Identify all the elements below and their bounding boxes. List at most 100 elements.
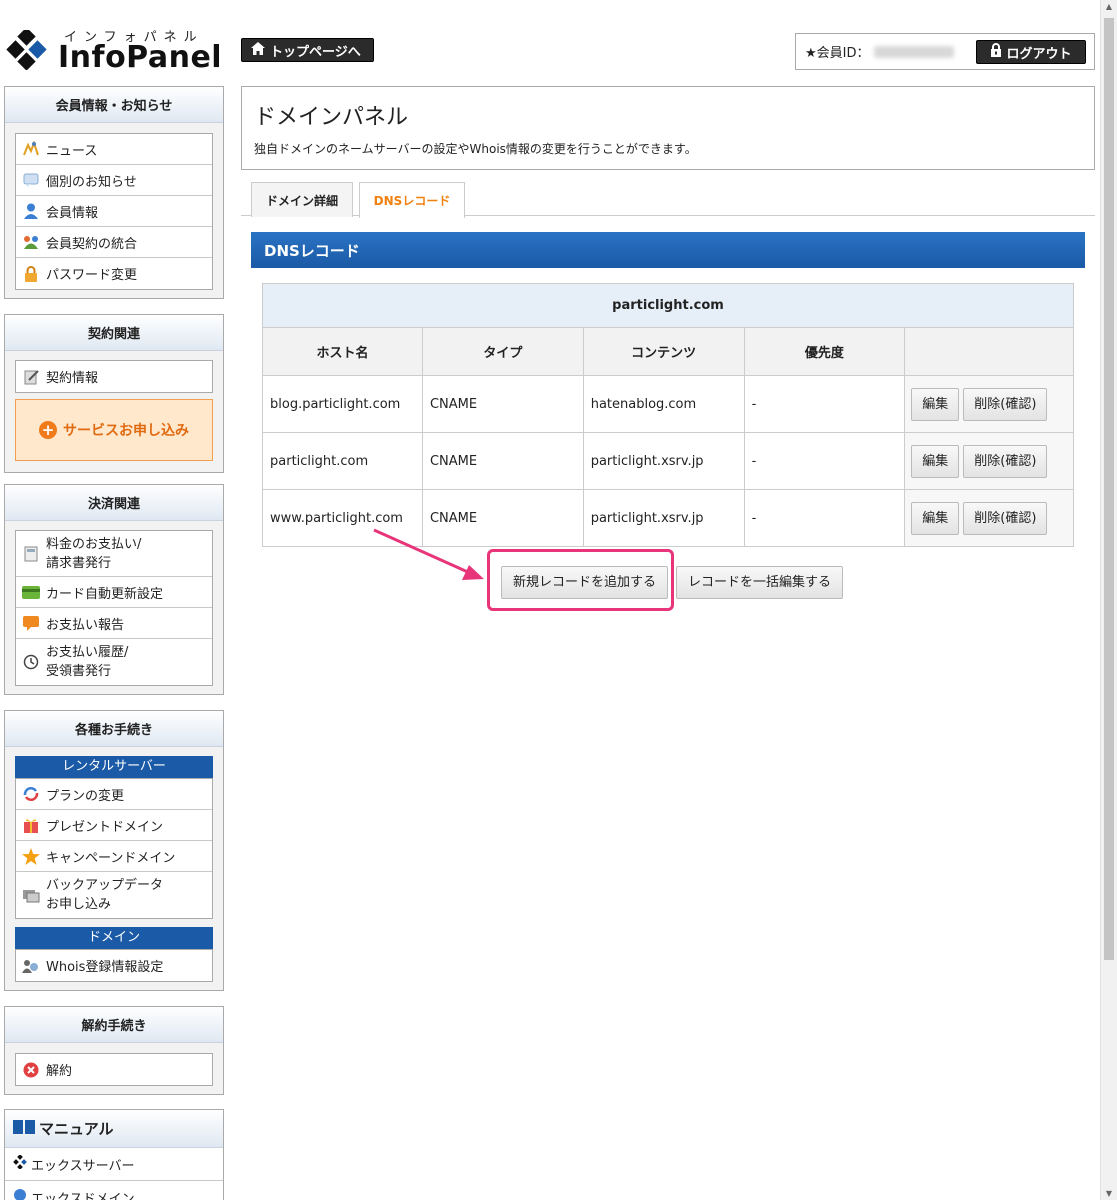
user-icon <box>22 202 40 220</box>
vertical-scrollbar[interactable]: ▲ ▼ <box>1100 0 1117 1200</box>
report-icon <box>22 614 40 632</box>
domain-name-header: particlight.com <box>262 283 1074 328</box>
sidebar-item-password[interactable]: パスワード変更 <box>16 258 212 289</box>
scroll-up-icon[interactable]: ▲ <box>1104 2 1114 11</box>
service-apply-label: サービスお申し込み <box>63 423 189 439</box>
payment-panel: 決済関連 料金のお支払い/ 請求書発行 カード自動更新設定 お支払い報告 お支払… <box>4 484 224 695</box>
bulk-edit-button[interactable]: レコードを一括編集する <box>676 566 844 599</box>
cell-content: particlight.xsrv.jp <box>582 432 745 490</box>
merge-icon <box>22 233 40 251</box>
sidebar-item-campaign-domain[interactable]: キャンペーンドメイン <box>16 841 212 872</box>
sidebar-item-label: 会員情報 <box>46 205 99 221</box>
sidebar-item-label: 個別のお知らせ <box>46 174 137 190</box>
delete-button[interactable]: 削除(確認) <box>963 444 1048 478</box>
manual-panel-title: マニュアル <box>5 1110 223 1148</box>
table-row: particlight.com CNAME particlight.xsrv.j… <box>262 432 1074 490</box>
sidebar-item-member-info[interactable]: 会員情報 <box>16 196 212 227</box>
cell-host: particlight.com <box>262 432 423 490</box>
cell-host: blog.particlight.com <box>262 375 423 433</box>
whois-icon <box>22 957 40 975</box>
table-row: blog.particlight.com CNAME hatenablog.co… <box>262 375 1074 433</box>
manual-title-label: マニュアル <box>39 1120 114 1138</box>
sidebar-item-label: お支払い報告 <box>46 617 125 633</box>
dns-section-title: DNSレコード <box>251 232 1085 268</box>
gift-icon <box>22 816 40 834</box>
page-title: ドメインパネル <box>254 105 409 130</box>
logo-text: InfoPanel <box>58 40 223 75</box>
domain-heading: ドメイン <box>15 927 213 949</box>
logout-label: ログアウト <box>1006 46 1072 62</box>
sidebar-item-payment-history[interactable]: お支払い履歴/ 受領書発行 <box>16 639 212 685</box>
tab-dns-record[interactable]: DNSレコード <box>359 182 465 218</box>
tab-domain-detail[interactable]: ドメイン詳細 <box>251 182 353 217</box>
sidebar-item-label: プレゼントドメイン <box>46 819 164 835</box>
page-description: 独自ドメインのネームサーバーの設定やWhois情報の変更を行うことができます。 <box>254 142 697 156</box>
sidebar-item-label: 契約情報 <box>46 371 99 386</box>
sidebar-item-whois[interactable]: Whois登録情報設定 <box>16 950 212 981</box>
sidebar-item-label: カード自動更新設定 <box>46 586 164 602</box>
contract-menu: 契約情報 <box>15 360 213 393</box>
home-icon <box>251 41 265 59</box>
scroll-thumb[interactable] <box>1104 18 1114 960</box>
sidebar-item-cancel[interactable]: 解約 <box>16 1054 212 1085</box>
cancel-panel-title: 解約手続き <box>5 1007 223 1043</box>
sidebar-item-merge[interactable]: 会員契約の統合 <box>16 227 212 258</box>
refresh-icon <box>22 785 40 803</box>
star-icon <box>22 847 40 865</box>
procedure-panel: 各種お手続き レンタルサーバー プランの変更 プレゼントドメイン キャンペーンド… <box>4 710 224 991</box>
cell-content: particlight.xsrv.jp <box>582 489 745 547</box>
tab-bar: ドメイン詳細 DNSレコード <box>241 182 1095 218</box>
service-apply-button[interactable]: + サービスお申し込み <box>15 399 213 461</box>
manual-item-xserver[interactable]: エックスサーバー <box>5 1148 223 1181</box>
cell-host: www.particlight.com <box>262 489 423 547</box>
edit-button[interactable]: 編集 <box>911 387 960 421</box>
backup-icon <box>22 886 40 904</box>
logout-button[interactable]: ログアウト <box>976 40 1086 64</box>
member-info-panel-title: 会員情報・お知らせ <box>5 87 223 123</box>
cancel-icon <box>22 1061 40 1079</box>
top-page-label: トップページへ <box>270 44 361 60</box>
sidebar-item-news[interactable]: ニュース <box>16 134 212 165</box>
sidebar-item-payment-report[interactable]: お支払い報告 <box>16 608 212 639</box>
procedure-panel-title: 各種お手続き <box>5 711 223 747</box>
infopanel-logo[interactable]: インフォパネル InfoPanel <box>6 26 222 76</box>
edit-button[interactable]: 編集 <box>911 444 960 478</box>
member-info-menu: ニュース 個別のお知らせ 会員情報 会員契約の統合 パスワード変更 <box>15 133 213 290</box>
sidebar-item-payment[interactable]: 料金のお支払い/ 請求書発行 <box>16 531 212 577</box>
delete-button[interactable]: 削除(確認) <box>963 387 1048 421</box>
sidebar-item-backup[interactable]: バックアップデータ お申し込み <box>16 872 212 918</box>
sidebar-item-label: ニュース <box>46 143 98 159</box>
sidebar-item-label: 料金のお支払い/ 請求書発行 <box>46 536 142 571</box>
sidebar-item-card-renewal[interactable]: カード自動更新設定 <box>16 577 212 608</box>
column-header-type: タイプ <box>421 327 584 376</box>
sidebar-item-label: 会員契約の統合 <box>46 236 138 252</box>
book-icon <box>13 1119 35 1138</box>
sidebar-item-contract-info[interactable]: 契約情報 <box>16 361 212 392</box>
sidebar-item-notice[interactable]: 個別のお知らせ <box>16 165 212 196</box>
cell-actions: 編集 削除(確認) <box>904 432 1074 490</box>
diamond-icon <box>13 1154 27 1173</box>
page-header-box: ドメインパネル 独自ドメインのネームサーバーの設定やWhois情報の変更を行うこ… <box>241 86 1095 170</box>
edit-button[interactable]: 編集 <box>911 501 960 535</box>
calculator-icon <box>22 545 40 563</box>
cancel-panel: 解約手続き 解約 <box>4 1006 224 1095</box>
delete-button[interactable]: 削除(確認) <box>963 501 1048 535</box>
sidebar-item-present-domain[interactable]: プレゼントドメイン <box>16 810 212 841</box>
member-id-label: ★会員ID： <box>805 46 870 61</box>
sidebar-item-label: バックアップデータ お申し込み <box>46 878 164 912</box>
column-header-host: ホスト名 <box>262 327 423 376</box>
scroll-down-icon[interactable]: ▼ <box>1104 1189 1114 1198</box>
sidebar-item-label: 解約 <box>46 1064 73 1079</box>
manual-item-label: エックスドメイン <box>31 1191 135 1200</box>
cell-priority: - <box>743 489 906 547</box>
payment-menu: 料金のお支払い/ 請求書発行 カード自動更新設定 お支払い報告 お支払い履歴/ … <box>15 530 213 686</box>
sidebar-item-label: Whois登録情報設定 <box>46 960 164 975</box>
top-page-button[interactable]: トップページへ <box>241 38 374 62</box>
sidebar-item-plan-change[interactable]: プランの変更 <box>16 779 212 810</box>
manual-item-label: エックスサーバー <box>31 1158 135 1174</box>
manual-item-xdomain[interactable]: エックスドメイン <box>5 1181 223 1200</box>
cell-type: CNAME <box>421 375 584 433</box>
sidebar-item-label: プランの変更 <box>46 788 125 804</box>
plus-circle-icon: + <box>39 421 57 439</box>
member-info-panel: 会員情報・お知らせ ニュース 個別のお知らせ 会員情報 会員契約の統合 パスワー… <box>4 86 224 299</box>
